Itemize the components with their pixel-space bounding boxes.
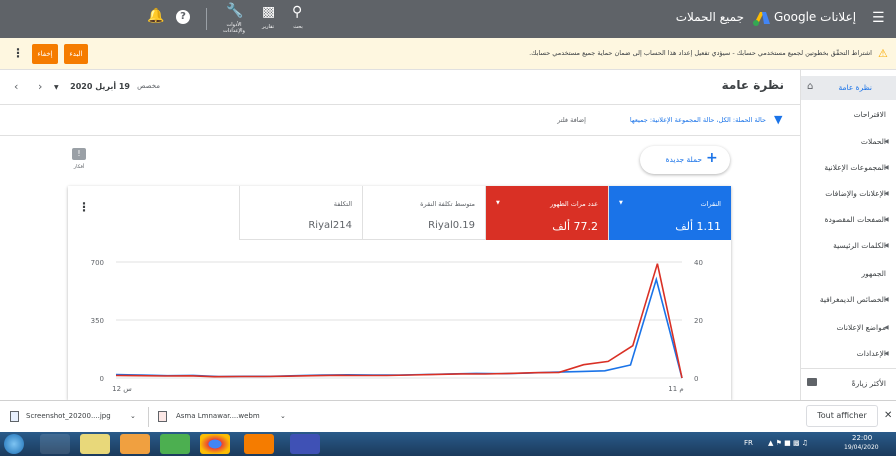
sidebar-item-campaigns[interactable]: الحملات ◀ (800, 132, 896, 152)
page-heading: نظرة عامة (721, 78, 784, 92)
menu-icon[interactable]: ☰ (872, 10, 885, 26)
date-value[interactable]: 19 أبريل 2020 (70, 82, 130, 91)
vlc-icon[interactable] (244, 434, 274, 454)
explorer-app-icon[interactable] (40, 434, 70, 454)
expand-icon: ◀ (884, 216, 889, 223)
ideas-label: أفكار (73, 164, 85, 170)
sidebar-item-audience[interactable]: الجمهور (800, 264, 896, 284)
top-bar: ☰ Google إعلانات جميع الحملات ⚲ بحث ▩ تق… (0, 0, 896, 38)
filter-icon[interactable]: ▼ (774, 113, 782, 126)
warning-icon: ⚠ (878, 47, 888, 60)
home-icon: ⌂ (807, 81, 814, 92)
download-bar: Screenshot_20200....jpg ⌄ Asma Lmnawar..… (0, 400, 896, 432)
notice-text: اشتراط التحقّق بخطوتين لجميع مستخدمي حسا… (529, 49, 872, 57)
notice-bar: ⚠ اشتراط التحقّق بخطوتين لجميع مستخدمي ح… (0, 38, 896, 70)
chrome-icon[interactable] (200, 434, 230, 454)
reports-icon[interactable]: ▩ (262, 4, 275, 20)
add-filter-link[interactable]: إضافة فلتر (540, 116, 586, 124)
x-axis-tick: 11 م (668, 385, 683, 393)
date-dropdown-icon[interactable]: ▼ (54, 84, 59, 91)
sidebar-item-keywords[interactable]: الكلمات الرئيسية ◀ (800, 236, 896, 256)
expand-icon: ◀ (884, 242, 889, 249)
video-file-icon (158, 411, 167, 422)
start-button[interactable]: البدء (64, 44, 88, 64)
sidebar-item-settings[interactable]: الإعدادات ◀ (800, 344, 896, 364)
clock-date: 19/04/2020 (844, 444, 879, 451)
new-campaign-button[interactable]: + حملة جديدة (640, 146, 730, 174)
sidebar-item-overview[interactable]: نظرة عامة (800, 78, 896, 98)
left-axis-tick: 700 (91, 259, 104, 267)
sidebar-item-landing-pages[interactable]: الصفحات المقصودة ◀ (800, 210, 896, 230)
search-label: بحث (293, 24, 303, 30)
language-indicator[interactable]: FR (744, 439, 753, 447)
sidebar: نظرة عامة ⌂ الاقتراحات الحملات ◀ المجموعا… (800, 70, 896, 400)
search-icon[interactable]: ⚲ (292, 4, 302, 20)
show-all-button[interactable]: Tout afficher (806, 405, 878, 427)
expand-icon: ◀ (884, 296, 889, 303)
topbar-divider (206, 8, 207, 30)
left-axis-tick: 350 (91, 317, 104, 325)
impressions-series-line (115, 263, 683, 379)
wrench-icon[interactable]: 🔧 (226, 3, 243, 19)
performance-chart: 0 0 350 20 700 40 12 س 11 م (91, 259, 703, 393)
google-ads-logo-icon (752, 10, 770, 26)
network-app-icon[interactable] (160, 434, 190, 454)
dropdown-arrow-icon: ▼ (619, 200, 623, 206)
help-icon[interactable]: ? (176, 10, 190, 24)
download-file-1[interactable]: Screenshot_20200....jpg (26, 412, 111, 420)
chevron-right-icon[interactable]: › (38, 80, 42, 93)
left-axis-tick: 0 (100, 375, 104, 383)
close-icon[interactable]: ✕ (884, 410, 892, 421)
page-title: جميع الحملات (675, 10, 744, 24)
dismiss-button[interactable]: إخفاء (32, 44, 58, 64)
right-axis-tick: 20 (694, 317, 703, 325)
sidebar-item-demographics[interactable]: الخصائص الديمغرافية ◀ (800, 290, 896, 310)
metric-clicks[interactable]: النقرات ▼ 1.11 ألف (608, 186, 731, 240)
dropdown-arrow-icon: ▼ (496, 200, 500, 206)
expand-icon: ◀ (884, 190, 889, 197)
sidebar-item-ads-extensions[interactable]: الإعلانات والإضافات ◀ (800, 184, 896, 204)
performance-card: ⋮ النقرات ▼ 1.11 ألف عدد مرات الظهور ▼ 7… (68, 186, 731, 400)
taskbar: FR ▲ ⚑ ■ ▩ ♫ 22:00 19/04/2020 (0, 432, 896, 456)
metric-avg-cpc[interactable]: متوسط تكلفة النقرة Riyal0.19 (362, 186, 485, 240)
comment-icon[interactable] (807, 378, 817, 386)
metric-impressions[interactable]: عدد مرات الظهور ▼ 77.2 ألف (485, 186, 608, 240)
start-orb-icon[interactable] (4, 434, 24, 454)
sidebar-item-ad-groups[interactable]: المجموعات الإعلانية ◀ (800, 158, 896, 178)
new-campaign-label: حملة جديدة (665, 155, 702, 164)
x-axis-tick: 12 س (112, 385, 132, 393)
tray-icons[interactable]: ▲ ⚑ ■ ▩ ♫ (768, 439, 808, 447)
chevron-left-icon[interactable]: ‹ (14, 80, 18, 93)
sidebar-item-placements[interactable]: مواضع الإعلانات ◀ (800, 318, 896, 338)
product-name: Google إعلانات (774, 10, 857, 24)
download-file-2[interactable]: Asma Lmnawar....webm (176, 412, 260, 420)
clock-time: 22:00 (852, 434, 873, 442)
date-label: مخصص (137, 82, 160, 90)
plus-icon: + (706, 150, 718, 166)
notes-app-icon[interactable] (80, 434, 110, 454)
media-player-icon[interactable] (120, 434, 150, 454)
sidebar-divider (801, 368, 896, 369)
flag-app-icon[interactable] (290, 434, 320, 454)
right-axis-tick: 40 (694, 259, 703, 267)
more-vert-icon[interactable]: ⋮ (12, 46, 24, 60)
expand-icon: ◀ (884, 164, 889, 171)
sidebar-item-recommendations[interactable]: الاقتراحات (800, 105, 896, 125)
reports-label: تقارير (261, 24, 274, 30)
download-separator (148, 407, 149, 427)
filter-text: حالة الحملة: الكل، حالة المجموعة الإعلان… (629, 116, 766, 124)
right-axis-tick: 0 (694, 375, 698, 383)
tools-label: الأدوات والإعدادات (223, 22, 245, 34)
file-icon (10, 411, 19, 422)
bell-icon[interactable]: 🔔 (147, 8, 164, 24)
expand-icon: ◀ (884, 350, 889, 357)
card-more-icon[interactable]: ⋮ (78, 200, 90, 214)
ideas-icon[interactable]: ! (72, 148, 86, 160)
chevron-down-icon[interactable]: ⌄ (280, 412, 286, 420)
filter-bar: ▼ حالة الحملة: الكل، حالة المجموعة الإعل… (0, 104, 800, 136)
expand-icon: ◀ (884, 138, 889, 145)
chevron-down-icon[interactable]: ⌄ (130, 412, 136, 420)
metric-cost[interactable]: التكلفة Riyal214 (239, 186, 362, 240)
expand-icon: ◀ (884, 324, 889, 331)
